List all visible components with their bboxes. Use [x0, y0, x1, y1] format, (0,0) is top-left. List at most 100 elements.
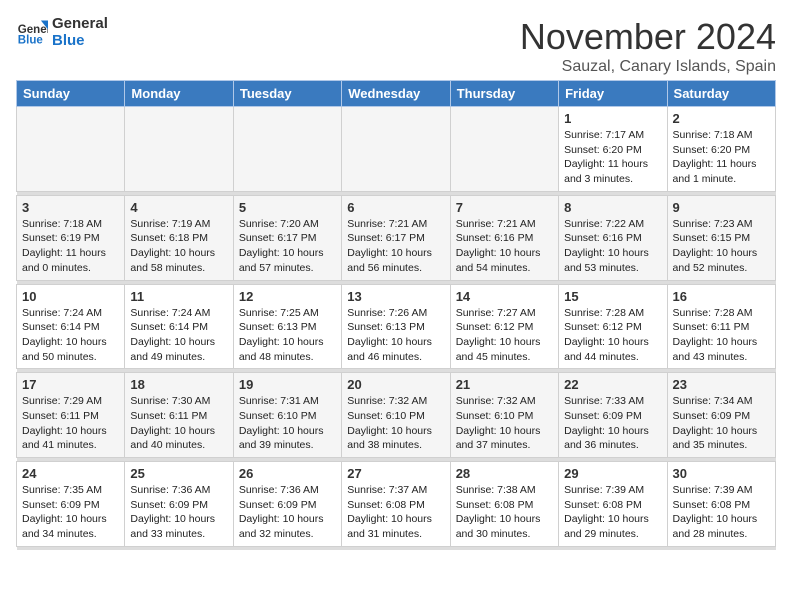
calendar-header-row: SundayMondayTuesdayWednesdayThursdayFrid… [17, 81, 776, 107]
day-number: 2 [673, 111, 770, 126]
day-number: 11 [130, 289, 227, 304]
day-number: 17 [22, 377, 119, 392]
day-info: Sunrise: 7:20 AMSunset: 6:17 PMDaylight:… [239, 217, 336, 276]
empty-cell [233, 107, 341, 192]
day-cell-12: 12 Sunrise: 7:25 AMSunset: 6:13 PMDayligh… [233, 284, 341, 369]
day-info: Sunrise: 7:30 AMSunset: 6:11 PMDaylight:… [130, 394, 227, 453]
day-cell-25: 25Sunrise: 7:36 AMSunset: 6:09 PMDayligh… [125, 462, 233, 547]
week-row-1: 1 Sunrise: 7:17 AMSunset: 6:20 PMDaylight… [17, 107, 776, 192]
month-title: November 2024 [520, 16, 776, 58]
day-number: 6 [347, 200, 444, 215]
day-number: 10 [22, 289, 119, 304]
col-header-wednesday: Wednesday [342, 81, 450, 107]
day-info: Sunrise: 7:23 AMSunset: 6:15 PMDaylight:… [673, 217, 770, 276]
day-cell-26: 26 Sunrise: 7:36 AMSunset: 6:09 PMDayligh… [233, 462, 341, 547]
day-number: 12 [239, 289, 336, 304]
day-cell-8: 8Sunrise: 7:22 AMSunset: 6:16 PMDaylight… [559, 195, 667, 280]
day-cell-13: 13 Sunrise: 7:26 AMSunset: 6:13 PMDayligh… [342, 284, 450, 369]
day-info: Sunrise: 7:29 AMSunset: 6:11 PMDaylight:… [22, 394, 119, 453]
svg-text:Blue: Blue [18, 34, 44, 46]
day-info: Sunrise: 7:17 AMSunset: 6:20 PMDaylight:… [564, 128, 661, 187]
day-cell-3: 3Sunrise: 7:18 AMSunset: 6:19 PMDaylight… [17, 195, 125, 280]
day-info: Sunrise: 7:33 AMSunset: 6:09 PMDaylight:… [564, 394, 661, 453]
day-info: Sunrise: 7:36 AMSunset: 6:09 PMDaylight:… [239, 483, 336, 542]
main-container: General Blue General Blue November 2024 … [0, 0, 792, 558]
week-row-5: 24Sunrise: 7:35 AMSunset: 6:09 PMDayligh… [17, 462, 776, 547]
day-cell-24: 24Sunrise: 7:35 AMSunset: 6:09 PMDayligh… [17, 462, 125, 547]
day-cell-9: 9Sunrise: 7:23 AMSunset: 6:15 PMDaylight… [667, 195, 775, 280]
day-cell-11: 11Sunrise: 7:24 AMSunset: 6:14 PMDayligh… [125, 284, 233, 369]
day-cell-20: 20 Sunrise: 7:32 AMSunset: 6:10 PMDayligh… [342, 373, 450, 458]
day-number: 14 [456, 289, 553, 304]
logo-icon: General Blue [16, 17, 48, 49]
day-info: Sunrise: 7:26 AMSunset: 6:13 PMDaylight:… [347, 306, 444, 365]
day-number: 24 [22, 466, 119, 481]
day-cell-4: 4Sunrise: 7:19 AMSunset: 6:18 PMDaylight… [125, 195, 233, 280]
week-row-3: 10Sunrise: 7:24 AMSunset: 6:14 PMDayligh… [17, 284, 776, 369]
col-header-friday: Friday [559, 81, 667, 107]
spacer-row [17, 546, 776, 550]
day-number: 23 [673, 377, 770, 392]
day-cell-28: 28 Sunrise: 7:38 AMSunset: 6:08 PMDayligh… [450, 462, 558, 547]
col-header-sunday: Sunday [17, 81, 125, 107]
day-cell-22: 22 Sunrise: 7:33 AMSunset: 6:09 PMDayligh… [559, 373, 667, 458]
calendar-table: SundayMondayTuesdayWednesdayThursdayFrid… [16, 80, 776, 550]
day-info: Sunrise: 7:21 AMSunset: 6:17 PMDaylight:… [347, 217, 444, 276]
day-cell-27: 27 Sunrise: 7:37 AMSunset: 6:08 PMDayligh… [342, 462, 450, 547]
day-number: 15 [564, 289, 661, 304]
day-info: Sunrise: 7:28 AMSunset: 6:11 PMDaylight:… [673, 306, 770, 365]
day-info: Sunrise: 7:19 AMSunset: 6:18 PMDaylight:… [130, 217, 227, 276]
day-info: Sunrise: 7:32 AMSunset: 6:10 PMDaylight:… [347, 394, 444, 453]
day-number: 13 [347, 289, 444, 304]
day-cell-29: 29Sunrise: 7:39 AMSunset: 6:08 PMDayligh… [559, 462, 667, 547]
day-info: Sunrise: 7:18 AMSunset: 6:20 PMDaylight:… [673, 128, 770, 187]
day-cell-19: 19 Sunrise: 7:31 AMSunset: 6:10 PMDayligh… [233, 373, 341, 458]
day-info: Sunrise: 7:39 AMSunset: 6:08 PMDaylight:… [673, 483, 770, 542]
day-info: Sunrise: 7:31 AMSunset: 6:10 PMDaylight:… [239, 394, 336, 453]
day-info: Sunrise: 7:37 AMSunset: 6:08 PMDaylight:… [347, 483, 444, 542]
day-number: 16 [673, 289, 770, 304]
day-info: Sunrise: 7:27 AMSunset: 6:12 PMDaylight:… [456, 306, 553, 365]
day-cell-23: 23Sunrise: 7:34 AMSunset: 6:09 PMDayligh… [667, 373, 775, 458]
day-number: 3 [22, 200, 119, 215]
col-header-tuesday: Tuesday [233, 81, 341, 107]
day-number: 18 [130, 377, 227, 392]
day-cell-16: 16 Sunrise: 7:28 AMSunset: 6:11 PMDayligh… [667, 284, 775, 369]
day-cell-2: 2 Sunrise: 7:18 AMSunset: 6:20 PMDaylight… [667, 107, 775, 192]
day-info: Sunrise: 7:38 AMSunset: 6:08 PMDaylight:… [456, 483, 553, 542]
day-info: Sunrise: 7:36 AMSunset: 6:09 PMDaylight:… [130, 483, 227, 542]
col-header-saturday: Saturday [667, 81, 775, 107]
day-number: 28 [456, 466, 553, 481]
empty-cell [450, 107, 558, 192]
day-number: 27 [347, 466, 444, 481]
day-info: Sunrise: 7:25 AMSunset: 6:13 PMDaylight:… [239, 306, 336, 365]
day-number: 5 [239, 200, 336, 215]
title-block: November 2024 Sauzal, Canary Islands, Sp… [520, 16, 776, 76]
week-row-2: 3Sunrise: 7:18 AMSunset: 6:19 PMDaylight… [17, 195, 776, 280]
empty-cell [17, 107, 125, 192]
location-subtitle: Sauzal, Canary Islands, Spain [520, 58, 776, 76]
empty-cell [125, 107, 233, 192]
day-info: Sunrise: 7:32 AMSunset: 6:10 PMDaylight:… [456, 394, 553, 453]
day-cell-5: 5 Sunrise: 7:20 AMSunset: 6:17 PMDaylight… [233, 195, 341, 280]
day-cell-7: 7Sunrise: 7:21 AMSunset: 6:16 PMDaylight… [450, 195, 558, 280]
header: General Blue General Blue November 2024 … [16, 16, 776, 76]
day-number: 20 [347, 377, 444, 392]
day-info: Sunrise: 7:39 AMSunset: 6:08 PMDaylight:… [564, 483, 661, 542]
day-number: 21 [456, 377, 553, 392]
day-number: 19 [239, 377, 336, 392]
col-header-monday: Monday [125, 81, 233, 107]
empty-cell [342, 107, 450, 192]
day-cell-14: 14 Sunrise: 7:27 AMSunset: 6:12 PMDayligh… [450, 284, 558, 369]
day-info: Sunrise: 7:21 AMSunset: 6:16 PMDaylight:… [456, 217, 553, 276]
day-cell-10: 10Sunrise: 7:24 AMSunset: 6:14 PMDayligh… [17, 284, 125, 369]
day-number: 22 [564, 377, 661, 392]
day-info: Sunrise: 7:28 AMSunset: 6:12 PMDaylight:… [564, 306, 661, 365]
day-number: 8 [564, 200, 661, 215]
col-header-thursday: Thursday [450, 81, 558, 107]
day-number: 26 [239, 466, 336, 481]
day-cell-21: 21 Sunrise: 7:32 AMSunset: 6:10 PMDayligh… [450, 373, 558, 458]
day-cell-15: 15 Sunrise: 7:28 AMSunset: 6:12 PMDayligh… [559, 284, 667, 369]
day-number: 1 [564, 111, 661, 126]
day-number: 30 [673, 466, 770, 481]
